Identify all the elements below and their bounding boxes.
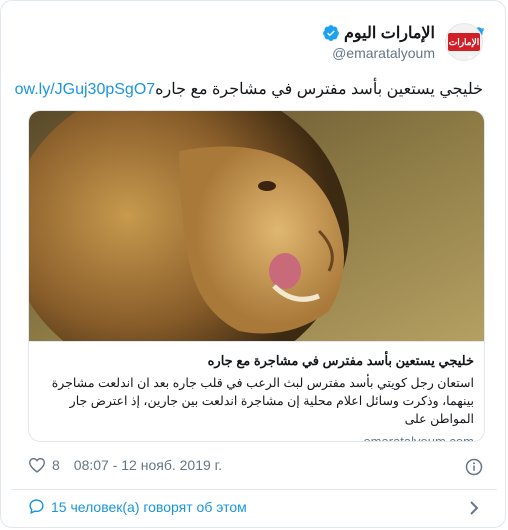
divider [11,489,497,490]
card-domain: emaratalyoum.com [363,434,474,442]
author-text: الإمارات اليوم @emaratalyoum [322,23,435,61]
avatar[interactable]: الإمارات اليوم [445,23,483,61]
lion-image [29,111,484,341]
conversation-text[interactable]: 15 человек(а) говорят об этом [51,499,247,515]
card-body: خليجي يستعين بأسد مفترس في مشاجرة مع جار… [29,341,484,442]
chevron-right-icon[interactable] [469,501,479,515]
tweet-card[interactable]: الإمارات اليوم @emaratalyoum الإمارات ال… [0,0,506,528]
heart-icon[interactable] [28,457,46,473]
tweet-meta: 8 08:07 - 12 нояб. 2019 г. [28,457,222,473]
tweet-text: ow.ly/JGuj30pSgO7خليجي يستعين بأسد مفترس… [15,79,483,99]
timestamp[interactable]: 08:07 - 12 нояб. 2019 г. [74,457,222,473]
avatar-logo-text: الإمارات اليوم [448,37,480,61]
name-row: الإمارات اليوم [322,23,435,43]
display-name[interactable]: الإمارات اليوم [344,23,435,43]
tweet-link[interactable]: ow.ly/JGuj30pSgO7 [15,81,156,98]
link-card[interactable]: خليجي يستعين بأسد مفترس في مشاجرة مع جار… [28,110,485,442]
card-title: خليجي يستعين بأسد مفترس في مشاجرة مع جار… [207,353,474,368]
conversation-link[interactable]: 15 человек(а) говорят об этом [28,498,247,515]
author-block[interactable]: الإمارات اليوم @emaratalyoum الإمارات ال… [322,23,483,61]
info-icon[interactable] [465,458,483,476]
like-count[interactable]: 8 [52,457,60,473]
card-description: استعان رجل كويتي بأسد مفترس لبث الرعب في… [51,376,474,426]
handle[interactable]: @emaratalyoum [332,45,435,61]
avatar-logo: الإمارات اليوم [448,33,480,60]
verified-icon [323,25,339,41]
tweet-body: خليجي يستعين بأسد مفترس في مشاجرة مع جار… [155,81,483,98]
chat-icon [29,499,44,515]
